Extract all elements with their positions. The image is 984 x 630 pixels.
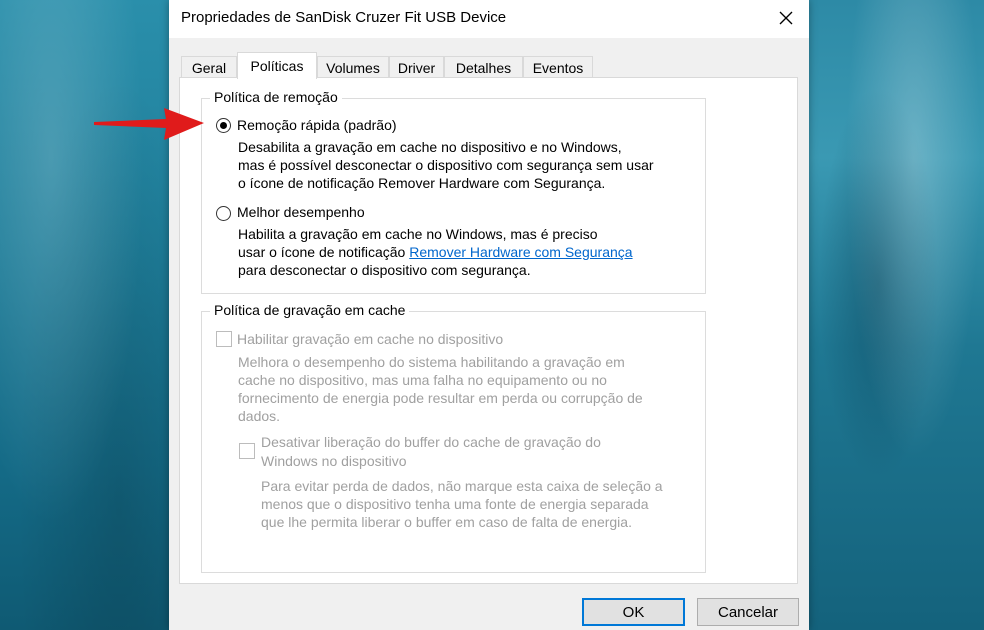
red-arrow-annotation <box>94 108 204 140</box>
title-bar: Propriedades de SanDisk Cruzer Fit USB D… <box>169 0 809 38</box>
properties-dialog: Propriedades de SanDisk Cruzer Fit USB D… <box>169 0 809 630</box>
quick-removal-desc-3: o ícone de notificação Remover Hardware … <box>238 175 606 191</box>
tab-politicas[interactable]: Políticas <box>237 52 317 79</box>
close-button[interactable] <box>763 0 809 36</box>
disable-buffer-flush-desc-1: Para evitar perda de dados, não marque e… <box>261 478 663 494</box>
desktop-wallpaper-left <box>0 0 170 630</box>
better-performance-desc-2-text: usar o ícone de notificação <box>238 244 410 260</box>
ok-button[interactable]: OK <box>582 598 685 626</box>
safely-remove-hardware-link[interactable]: Remover Hardware com Segurança <box>409 244 632 260</box>
better-performance-desc-2: usar o ícone de notificação Remover Hard… <box>238 243 633 261</box>
tab-eventos[interactable]: Eventos <box>523 56 593 78</box>
disable-buffer-flush-desc-2: menos que o dispositivo tenha uma fonte … <box>261 496 649 512</box>
enable-write-cache-label[interactable]: Habilitar gravação em cache no dispositi… <box>237 331 503 347</box>
removal-policy-legend: Política de remoção <box>210 89 342 105</box>
better-performance-label[interactable]: Melhor desempenho <box>237 204 365 220</box>
enable-write-cache-desc-2: cache no dispositivo, mas uma falha no e… <box>238 372 607 388</box>
enable-write-cache-desc-4: dados. <box>238 408 281 424</box>
quick-removal-desc-1: Desabilita a gravação em cache no dispos… <box>238 139 622 155</box>
cancel-button[interactable]: Cancelar <box>697 598 799 626</box>
disable-buffer-flush-checkbox[interactable] <box>239 443 255 459</box>
quick-removal-radio[interactable] <box>216 118 231 133</box>
disable-buffer-flush-desc-3: que lhe permita liberar o buffer em caso… <box>261 514 632 530</box>
quick-removal-label[interactable]: Remoção rápida (padrão) <box>237 117 397 133</box>
close-icon <box>779 11 793 25</box>
enable-write-cache-desc-1: Melhora o desempenho do sistema habilita… <box>238 354 625 370</box>
tab-detalhes[interactable]: Detalhes <box>444 56 523 78</box>
tab-panel-politicas: Política de remoção Remoção rápida (padr… <box>179 77 798 584</box>
tab-geral[interactable]: Geral <box>181 56 237 78</box>
desktop-wallpaper-right <box>808 0 984 630</box>
write-cache-policy-legend: Política de gravação em cache <box>210 302 410 318</box>
enable-write-cache-desc-3: fornecimento de energia pode resultar em… <box>238 390 643 406</box>
disable-buffer-flush-label-1[interactable]: Desativar liberação do buffer do cache d… <box>261 433 601 451</box>
dialog-body: Geral Políticas Volumes Driver Detalhes … <box>169 38 809 630</box>
quick-removal-desc-2: mas é possível desconectar o dispositivo… <box>238 157 654 173</box>
write-cache-policy-group: Política de gravação em cache Habilitar … <box>201 302 706 573</box>
tab-volumes[interactable]: Volumes <box>317 56 389 78</box>
better-performance-desc-3: para desconectar o dispositivo com segur… <box>238 262 531 278</box>
disable-buffer-flush-label-2[interactable]: Windows no dispositivo <box>261 452 407 470</box>
window-title: Propriedades de SanDisk Cruzer Fit USB D… <box>181 9 507 26</box>
tab-driver[interactable]: Driver <box>389 56 444 78</box>
enable-write-cache-checkbox[interactable] <box>216 331 232 347</box>
removal-policy-group: Política de remoção Remoção rápida (padr… <box>201 89 706 294</box>
better-performance-desc-1: Habilita a gravação em cache no Windows,… <box>238 226 598 242</box>
better-performance-radio[interactable] <box>216 206 231 221</box>
